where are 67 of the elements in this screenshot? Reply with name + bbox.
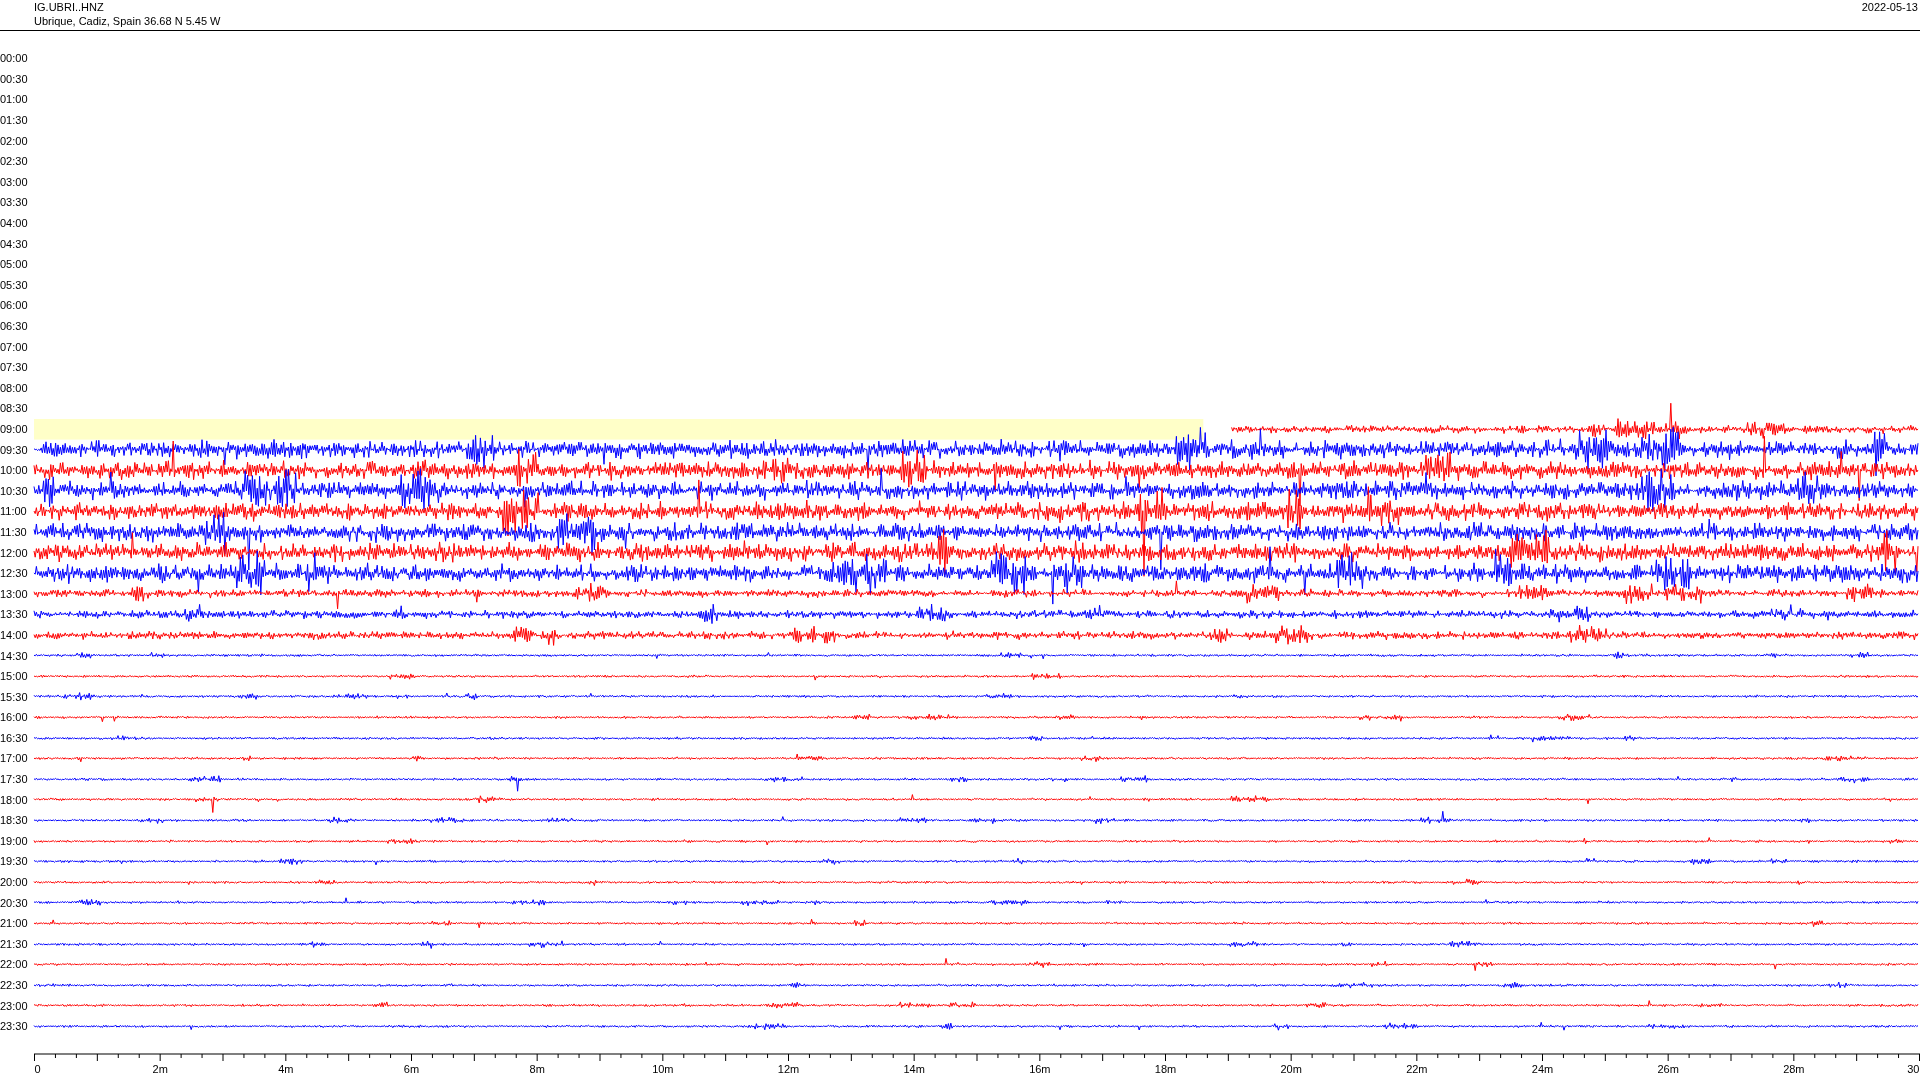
axis-label: 4m [278,1062,294,1075]
time-label: 02:30 [0,155,29,168]
axis-label: 16m [1029,1062,1051,1075]
time-label: 19:00 [0,834,29,847]
time-label: 17:00 [0,752,29,765]
axis-label: 0 [34,1062,41,1075]
time-label: 11:00 [0,505,28,518]
time-label: 12:00 [0,546,29,559]
time-label: 22:00 [0,958,29,971]
time-label: 08:30 [0,402,29,415]
station-location: Ubrique, Cadiz, Spain 36.68 N 5.45 W [34,14,221,28]
time-label: 23:30 [0,1020,29,1033]
time-label: 04:00 [0,217,29,230]
time-label: 07:30 [0,361,29,374]
axis-label: 14m [903,1062,925,1075]
station-code: IG.UBRI..HNZ [34,0,105,14]
axis-label: 10m [652,1062,674,1075]
time-label: 19:30 [0,855,29,868]
time-label: 21:30 [0,937,29,950]
time-label: 20:00 [0,876,29,889]
time-label: 09:30 [0,443,29,456]
time-label: 02:00 [0,134,29,147]
time-label: 14:30 [0,649,29,662]
time-label: 22:30 [0,979,29,991]
time-label: 11:30 [0,525,28,538]
time-label: 13:00 [0,587,29,600]
time-label: 03:30 [0,196,29,209]
time-label: 14:00 [0,628,29,641]
axis-label: 30 [1907,1062,1920,1075]
time-label: 07:00 [0,340,29,353]
time-label: 04:30 [0,237,29,250]
time-label: 06:00 [0,299,29,312]
axis-label: 8m [529,1062,545,1075]
time-label: 18:30 [0,814,29,827]
time-label: 05:00 [0,258,29,271]
axis-label: 24m [1531,1062,1554,1075]
time-label: 06:30 [0,320,29,332]
axis-label: 28m [1783,1062,1805,1075]
time-label: 00:30 [0,72,29,85]
time-label: 10:00 [0,464,29,477]
time-label: 01:30 [0,114,29,127]
axis-label: 22m [1406,1062,1428,1075]
time-label: 01:00 [0,93,29,106]
axis-label: 6m [403,1062,420,1075]
time-label: 10:30 [0,484,29,497]
axis-label: 12m [777,1062,800,1075]
time-label: 23:00 [0,999,29,1012]
axis-label: 2m [152,1062,168,1075]
time-label: 15:30 [0,690,29,703]
axis-label: 20m [1280,1062,1302,1075]
time-label: 17:30 [0,773,29,786]
time-label: 18:00 [0,793,29,806]
time-label: 03:00 [0,175,29,188]
time-label: 09:00 [0,423,29,435]
time-label: 12:30 [0,567,29,580]
time-label: 13:30 [0,608,29,621]
time-label: 16:30 [0,731,29,744]
time-label: 16:00 [0,711,29,724]
time-label: 15:00 [0,670,29,683]
time-label: 20:30 [0,896,29,909]
axis-label: 18m [1154,1062,1177,1075]
time-label: 08:00 [0,381,29,394]
plot-date: 2022-05-13 [1861,0,1918,15]
axis-label: 26m [1657,1062,1679,1075]
time-label: 21:00 [0,917,29,930]
time-label: 05:30 [0,278,29,291]
time-label: 00:00 [0,52,29,65]
